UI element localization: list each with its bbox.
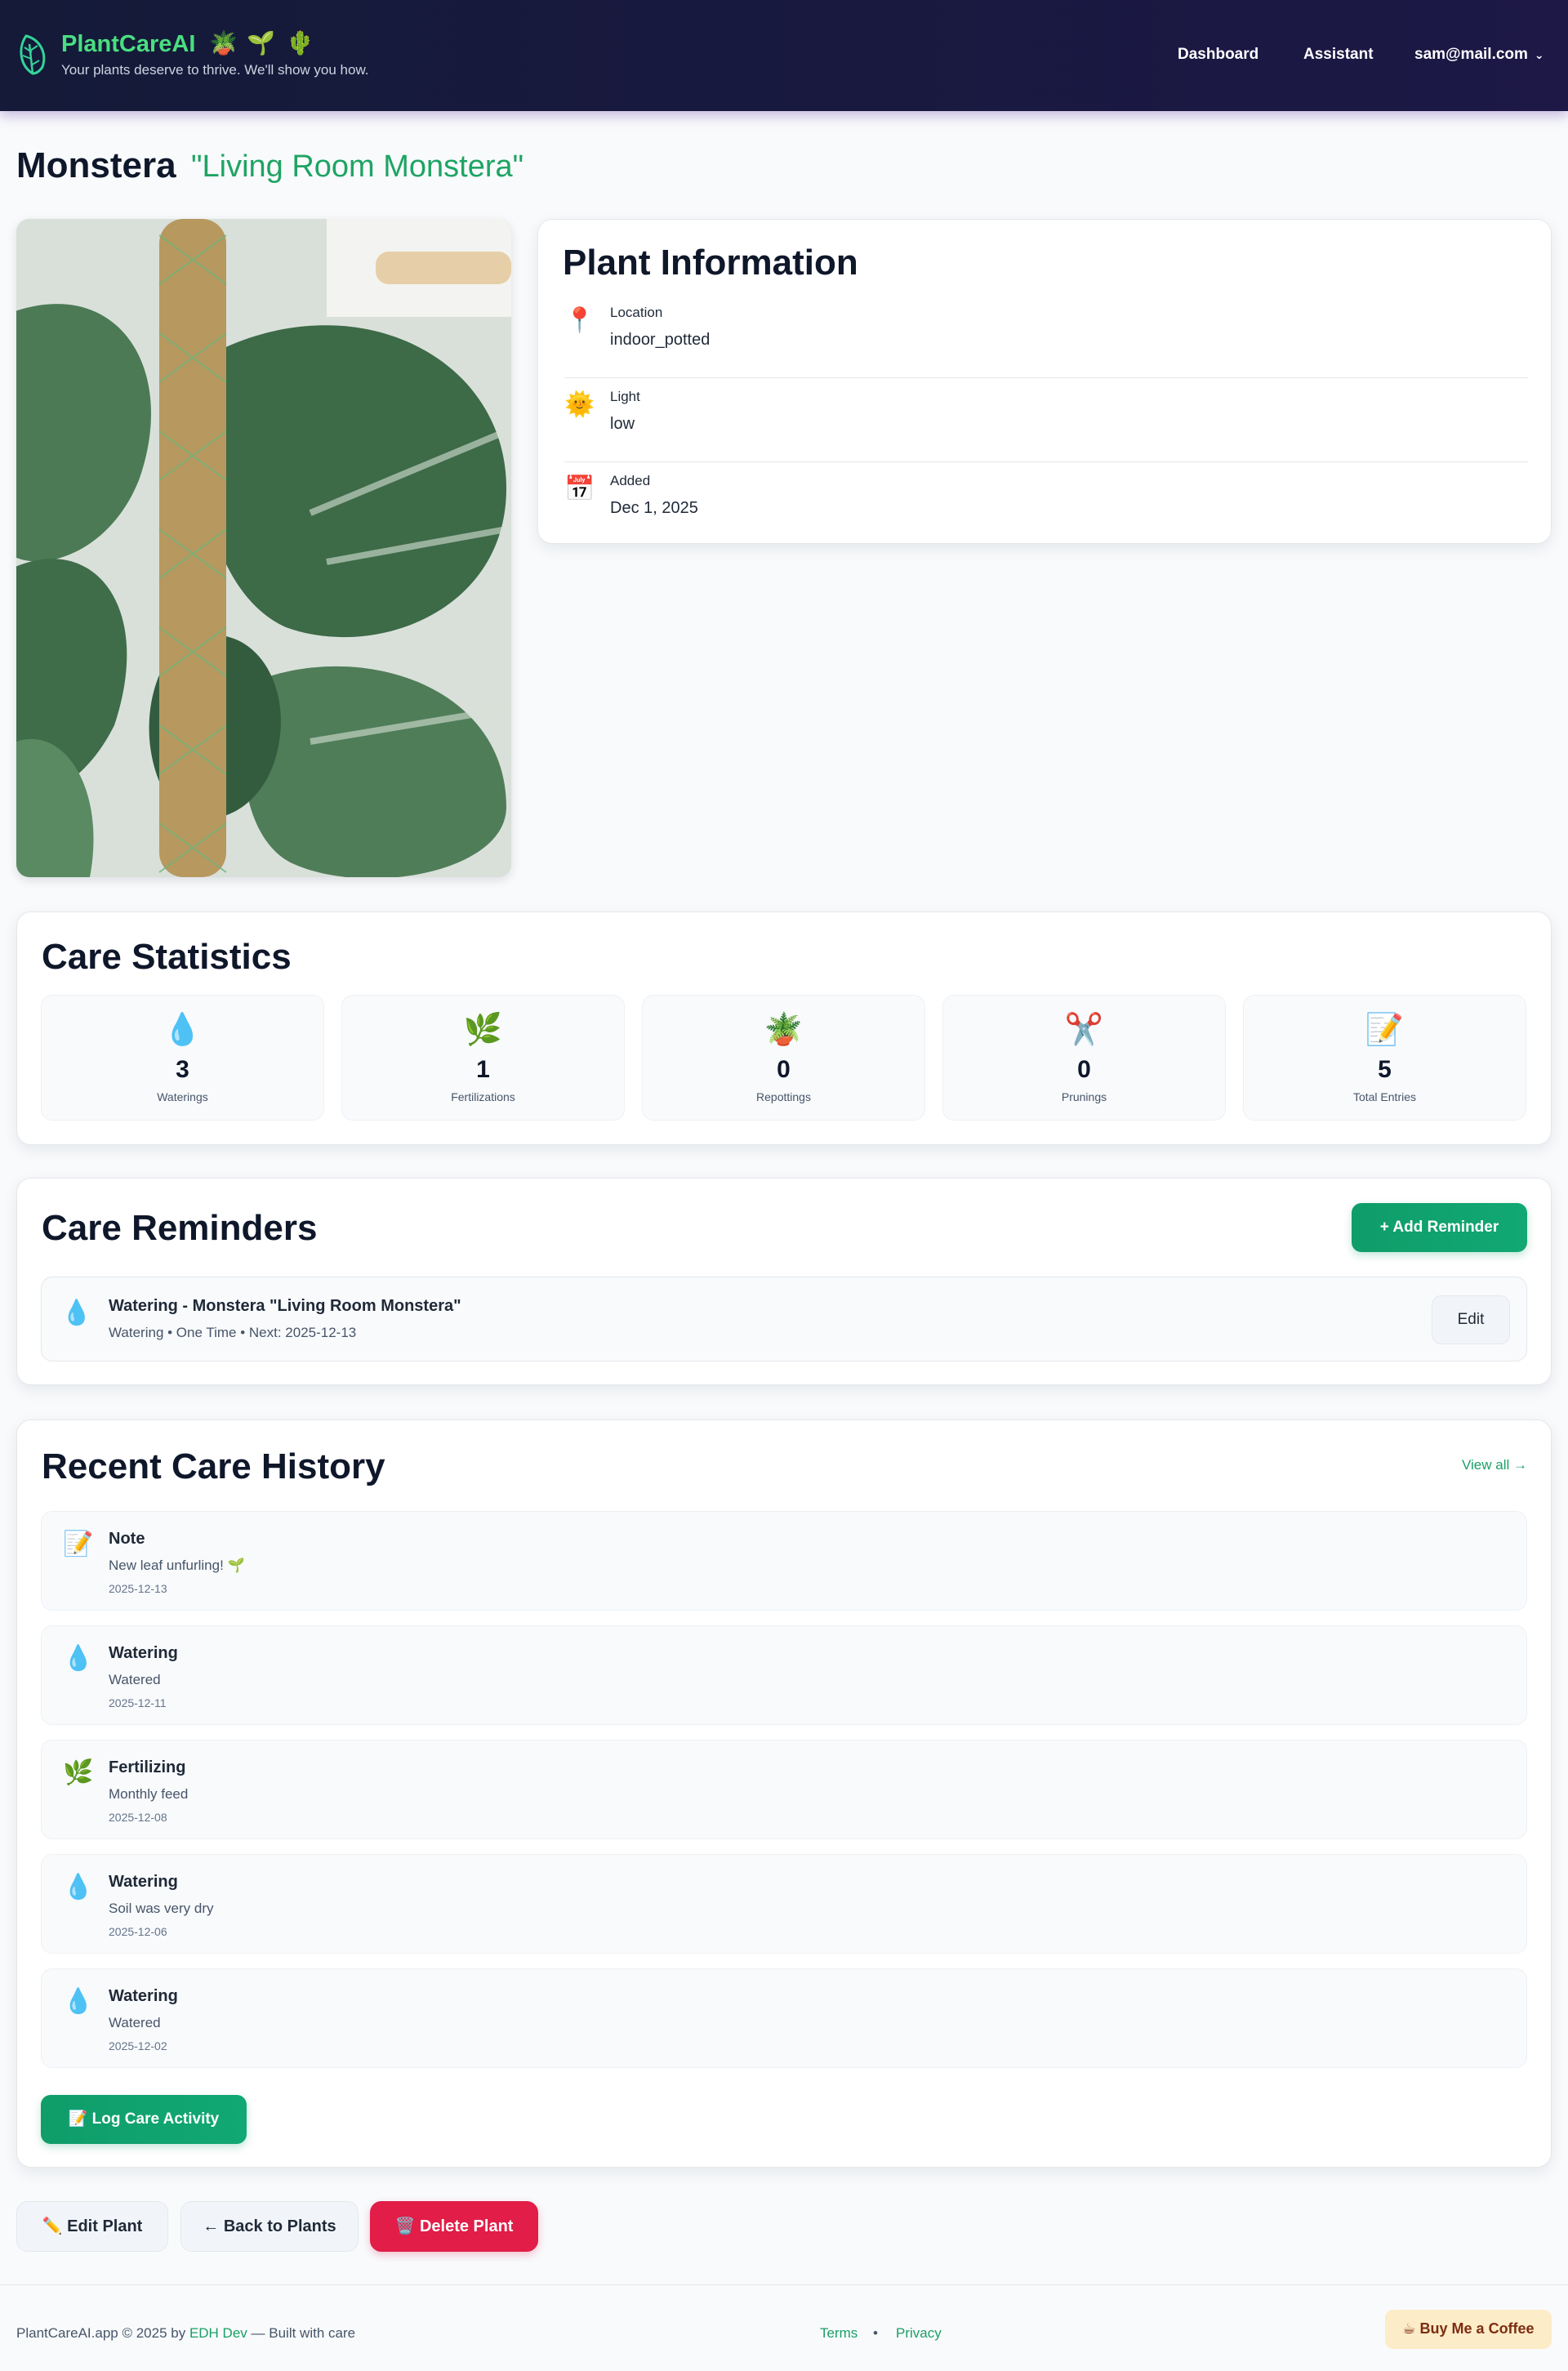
info-row-added: 📅 Added Dec 1, 2025 bbox=[564, 463, 1528, 546]
potted-plant-icon: 🪴 bbox=[209, 30, 238, 56]
history-entry[interactable]: 💧 Watering Watered 2025-12-02 bbox=[41, 1968, 1527, 2068]
edit-reminder-button[interactable]: Edit bbox=[1432, 1295, 1510, 1344]
back-to-plants-button[interactable]: ← Back to Plants bbox=[180, 2201, 359, 2252]
app-name[interactable]: PlantCareAI bbox=[61, 31, 195, 58]
edit-plant-button[interactable]: ✏️ Edit Plant bbox=[16, 2201, 168, 2252]
stat-label: Repottings bbox=[756, 1090, 811, 1103]
monstera-illustration bbox=[16, 219, 511, 877]
herb-icon: 🌿 bbox=[463, 1013, 503, 1047]
pin-icon: 📍 bbox=[564, 307, 595, 334]
account-menu[interactable]: sam@mail.com ⌄ bbox=[1414, 46, 1544, 64]
app-tagline: Your plants deserve to thrive. We'll sho… bbox=[61, 62, 369, 78]
stat-value: 1 bbox=[476, 1056, 490, 1083]
calendar-icon: 📅 bbox=[564, 475, 595, 502]
entry-date: 2025-12-08 bbox=[109, 1811, 167, 1824]
reminder-item: 💧 Watering - Monstera "Living Room Monst… bbox=[41, 1277, 1527, 1362]
entry-type: Fertilizing bbox=[109, 1758, 186, 1776]
stat-label: Fertilizations bbox=[451, 1090, 515, 1103]
entry-date: 2025-12-06 bbox=[109, 1925, 167, 1938]
plant-info-card: Plant Information 📍 Location indoor_pott… bbox=[537, 219, 1552, 544]
stat-label: Prunings bbox=[1061, 1090, 1107, 1103]
plant-photo bbox=[16, 219, 511, 877]
plant-name: Monstera bbox=[16, 145, 176, 185]
reminder-title: Watering - Monstera "Living Room Monster… bbox=[109, 1297, 461, 1315]
stat-waterings: 💧 3 Waterings bbox=[41, 995, 324, 1121]
entry-type: Watering bbox=[109, 1987, 178, 2005]
entry-date: 2025-12-02 bbox=[109, 2039, 167, 2052]
stat-fertilizations: 🌿 1 Fertilizations bbox=[341, 995, 625, 1121]
built-with-care: Built with care bbox=[269, 2325, 356, 2341]
stat-value: 3 bbox=[176, 1056, 189, 1083]
entry-note: New leaf unfurling! 🌱 bbox=[109, 1558, 245, 1573]
leaf-logo-icon bbox=[20, 34, 46, 75]
plant-info-title: Plant Information bbox=[563, 243, 858, 283]
history-entry[interactable]: 🌿 Fertilizing Monthly feed 2025-12-08 bbox=[41, 1740, 1527, 1839]
history-entry[interactable]: 📝 Note New leaf unfurling! 🌱 2025-12-13 bbox=[41, 1511, 1527, 1611]
buy-me-a-coffee-button[interactable]: ☕ Buy Me a Coffee bbox=[1385, 2310, 1552, 2349]
memo-icon: 📝 bbox=[1365, 1013, 1405, 1047]
water-drop-icon: 💧 bbox=[63, 1645, 94, 1672]
entry-note: Watered bbox=[109, 2015, 161, 2030]
stat-repottings: 🪴 0 Repottings bbox=[642, 995, 925, 1121]
stat-value: 0 bbox=[1077, 1056, 1091, 1083]
memo-icon: 📝 bbox=[63, 1531, 94, 1558]
care-history-title: Recent Care History bbox=[42, 1446, 385, 1486]
stat-value: 0 bbox=[777, 1056, 791, 1083]
water-drop-icon: 💧 bbox=[61, 1299, 92, 1326]
chevron-down-icon: ⌄ bbox=[1534, 48, 1544, 61]
author-link[interactable]: EDH Dev bbox=[189, 2325, 247, 2341]
footer-dot: • bbox=[873, 2325, 878, 2341]
history-entry[interactable]: 💧 Watering Watered 2025-12-11 bbox=[41, 1625, 1527, 1725]
entry-date: 2025-12-13 bbox=[109, 1582, 167, 1595]
scissors-icon: ✂️ bbox=[1064, 1013, 1104, 1047]
info-value: low bbox=[610, 415, 635, 433]
entry-type: Note bbox=[109, 1530, 145, 1548]
stat-total-entries: 📝 5 Total Entries bbox=[1243, 995, 1526, 1121]
herb-icon: 🌿 bbox=[63, 1759, 94, 1786]
entry-type: Watering bbox=[109, 1873, 178, 1891]
potted-plant-icon: 🪴 bbox=[764, 1013, 804, 1047]
entry-date: 2025-12-11 bbox=[109, 1696, 167, 1709]
info-value: Dec 1, 2025 bbox=[610, 499, 698, 517]
care-statistics-title: Care Statistics bbox=[42, 937, 292, 977]
view-all-link[interactable]: View all → bbox=[1462, 1457, 1527, 1473]
stat-value: 5 bbox=[1378, 1056, 1392, 1083]
delete-plant-button[interactable]: 🗑️ Delete Plant bbox=[370, 2201, 538, 2252]
nav-assistant[interactable]: Assistant bbox=[1303, 46, 1374, 64]
entry-note: Monthly feed bbox=[109, 1786, 189, 1802]
entry-type: Watering bbox=[109, 1644, 178, 1662]
stat-label: Total Entries bbox=[1352, 1090, 1417, 1103]
footer-credits: PlantCareAI.app © 2025 by EDH Dev — Buil… bbox=[16, 2325, 355, 2342]
info-row-location: 📍 Location indoor_potted bbox=[564, 295, 1528, 378]
log-care-activity-button[interactable]: 📝 Log Care Activity bbox=[41, 2095, 247, 2144]
history-entry[interactable]: 💧 Watering Soil was very dry 2025-12-06 bbox=[41, 1854, 1527, 1954]
plant-nickname: "Living Room Monstera" bbox=[191, 149, 524, 184]
info-row-light: 🌞 Light low bbox=[564, 379, 1528, 462]
info-label: Added bbox=[610, 473, 651, 488]
top-navigation-bar: PlantCareAI 🪴 🌱 🌵 Your plants deserve to… bbox=[0, 0, 1568, 111]
footer-separator: — bbox=[247, 2325, 270, 2341]
add-reminder-button[interactable]: + Add Reminder bbox=[1352, 1203, 1527, 1252]
sun-icon: 🌞 bbox=[564, 391, 595, 418]
privacy-link[interactable]: Privacy bbox=[896, 2325, 942, 2342]
water-drop-icon: 💧 bbox=[163, 1013, 203, 1047]
stat-prunings: ✂️ 0 Prunings bbox=[942, 995, 1226, 1121]
stat-label: Waterings bbox=[157, 1090, 208, 1103]
care-reminders-title: Care Reminders bbox=[42, 1208, 318, 1248]
water-drop-icon: 💧 bbox=[63, 1988, 94, 2015]
info-value: indoor_potted bbox=[610, 331, 710, 349]
seedling-icon: 🌱 bbox=[247, 30, 275, 56]
entry-note: Soil was very dry bbox=[109, 1901, 214, 1916]
cactus-icon: 🌵 bbox=[286, 30, 314, 56]
info-label: Light bbox=[610, 389, 640, 404]
copyright-text: PlantCareAI.app © 2025 by bbox=[16, 2325, 189, 2341]
nav-dashboard[interactable]: Dashboard bbox=[1178, 46, 1258, 64]
footer: PlantCareAI.app © 2025 by EDH Dev — Buil… bbox=[0, 2284, 1568, 2371]
entry-note: Watered bbox=[109, 1672, 161, 1687]
reminder-meta: Watering • One Time • Next: 2025-12-13 bbox=[109, 1325, 357, 1340]
terms-link[interactable]: Terms bbox=[820, 2325, 858, 2342]
info-label: Location bbox=[610, 305, 663, 320]
water-drop-icon: 💧 bbox=[63, 1874, 94, 1901]
account-email: sam@mail.com bbox=[1414, 46, 1528, 63]
